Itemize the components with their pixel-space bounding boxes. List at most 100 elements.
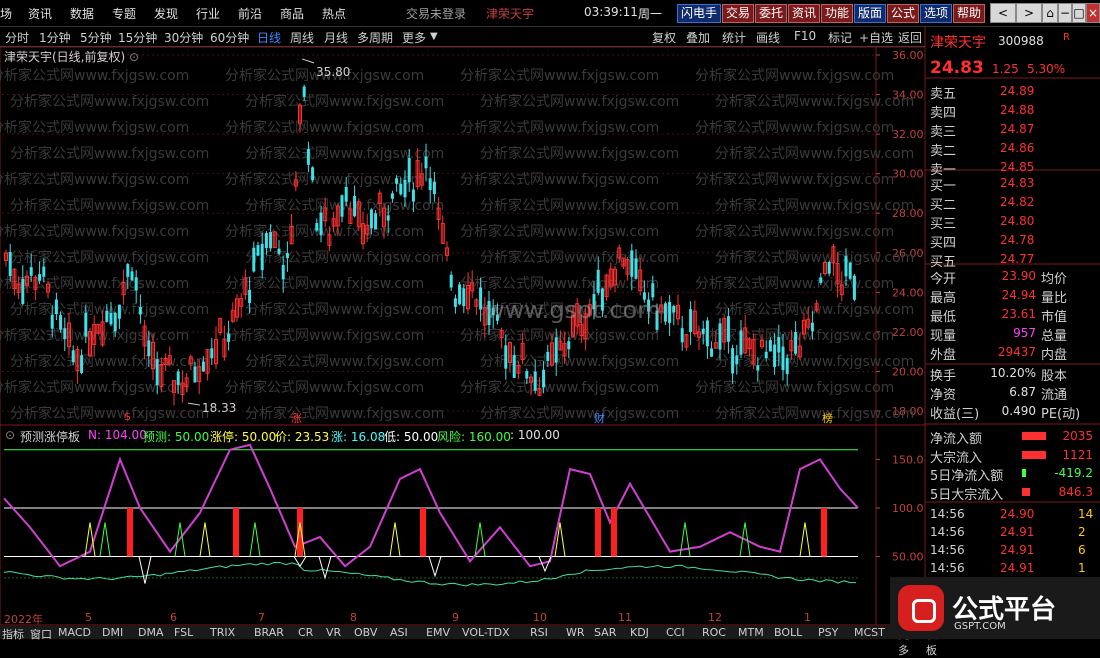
indicator-param: 预测: 50.00: [143, 430, 210, 444]
stat-label: 市值: [1041, 310, 1068, 325]
candle-body: [353, 196, 357, 217]
indicator-tab[interactable]: EMV: [426, 626, 450, 639]
watermark-gspt: www.gspt.com: [485, 296, 661, 324]
buy-level-price[interactable]: 24.78: [1000, 233, 1034, 247]
sell-level-price[interactable]: 24.85: [1000, 160, 1034, 174]
watermark-text: 分析家公式网www.fxjgsw.com: [715, 93, 914, 110]
candle-body: [311, 167, 315, 180]
tick-price: 24.91: [1000, 561, 1035, 575]
indicator-tab[interactable]: PSY: [818, 626, 838, 639]
indicator-tab[interactable]: MTM: [738, 626, 764, 639]
event-marker-finance[interactable]: 财: [594, 410, 605, 426]
sell-level-price[interactable]: 24.88: [1000, 103, 1034, 117]
logo-url: GSPT.COM: [954, 621, 1006, 632]
tick-time: 14:56: [930, 507, 965, 521]
stat-value: 10.20%: [990, 366, 1036, 380]
sell-level-price[interactable]: 24.89: [1000, 84, 1034, 98]
indicator-tab[interactable]: BOLL: [774, 626, 802, 639]
settings-circle-icon[interactable]: ⊙: [129, 50, 139, 64]
indicator-tab[interactable]: WR: [566, 626, 585, 639]
buy-level-price[interactable]: 24.83: [1000, 176, 1034, 190]
indicator-tab[interactable]: DMI: [102, 626, 123, 639]
indicator-tab[interactable]: ASI: [390, 626, 408, 639]
stock-code: 300988: [998, 34, 1044, 48]
indicator-tab[interactable]: 窗口: [30, 626, 52, 642]
candle-body: [63, 328, 67, 340]
y-axis-label: 22.00: [892, 326, 924, 339]
indicator-tab[interactable]: VR: [326, 626, 341, 639]
spike-mark: [199, 522, 211, 557]
stat-value: 24.94: [1001, 288, 1036, 302]
y-axis-label: 30.00: [892, 168, 924, 181]
indicator-tab[interactable]: ROC: [702, 626, 726, 639]
candle-body: [785, 358, 789, 375]
watermark-text: 分析家公式网www.fxjgsw.com: [225, 171, 424, 188]
watermark-text: 分析家公式网www.fxjgsw.com: [460, 379, 659, 396]
indicator-tab[interactable]: MACD: [58, 626, 91, 639]
x-axis-label: 2022年: [4, 613, 43, 626]
stat-label: 今开: [930, 272, 957, 287]
capital-flow-bar: [1022, 469, 1026, 477]
candle-body: [689, 309, 693, 332]
indicator-tab[interactable]: MCST: [854, 626, 885, 639]
stat-label: 净资: [930, 388, 957, 403]
sell-level-price[interactable]: 24.87: [1000, 122, 1034, 136]
buy-level-price[interactable]: 24.77: [1000, 252, 1034, 266]
indicator-tab[interactable]: FSL: [174, 626, 193, 639]
stat-label: 流通: [1041, 388, 1068, 403]
candle-body: [512, 355, 516, 378]
watermark-text: 分析家公式网www.fxjgsw.com: [695, 379, 894, 396]
indicator-settings-icon[interactable]: ⊙: [5, 428, 15, 442]
sell-level-price[interactable]: 24.86: [1000, 141, 1034, 155]
watermark-text: 分析家公式网www.fxjgsw.com: [225, 275, 424, 292]
candle-body: [138, 306, 142, 315]
candle-body: [42, 266, 46, 277]
signal-bar: [821, 507, 827, 557]
stat-label: PE(动): [1041, 407, 1081, 422]
indicator-tab[interactable]: DMA: [138, 626, 164, 639]
candle-body: [306, 149, 310, 165]
spike-mark: [389, 522, 401, 557]
candle-body: [777, 337, 781, 353]
candle-body: [701, 328, 705, 334]
indicator-tab[interactable]: CR: [298, 626, 313, 639]
indicator-tab[interactable]: KDJ: [630, 626, 649, 639]
stat-label: 总量: [1041, 329, 1068, 344]
indicator-tab[interactable]: CCI: [666, 626, 685, 639]
watermark-text: 分析家公式网www.fxjgsw.com: [695, 67, 894, 84]
high-price-label: 35.80: [316, 65, 351, 79]
indicator-tab[interactable]: SAR: [594, 626, 616, 639]
event-marker-dollar[interactable]: $: [124, 410, 131, 423]
watermark-text: 分析家公式网www.fxjgsw.com: [460, 67, 659, 84]
candle-body: [680, 328, 684, 343]
indicator-tab[interactable]: BRAR: [254, 626, 284, 639]
watermark-text: 分析家公式网www.fxjgsw.com: [245, 249, 444, 266]
watermark-text: 分析家公式网www.fxjgsw.com: [715, 353, 914, 370]
watermark-text: 分析家公式网www.fxjgsw.com: [695, 171, 894, 188]
candle-body: [176, 371, 180, 385]
candle-body: [407, 158, 411, 183]
high-pointer: [301, 58, 315, 64]
indicator-tab[interactable]: OBV: [354, 626, 377, 639]
stat-label: 现量: [930, 329, 957, 344]
indicator-tab[interactable]: 指标: [2, 626, 24, 642]
candle-body: [264, 233, 268, 249]
buy-level-price[interactable]: 24.82: [1000, 195, 1034, 209]
candle-body: [546, 351, 550, 361]
capital-flow-label: 5日大宗流入: [930, 487, 1004, 503]
event-marker-limit[interactable]: 涨: [291, 410, 302, 426]
candle-body: [126, 264, 130, 277]
tick-price: 24.91: [1000, 525, 1035, 539]
indicator-name[interactable]: 预测涨停板: [20, 428, 80, 445]
event-marker-list[interactable]: 榜: [822, 410, 833, 426]
indicator-tab[interactable]: RSI: [530, 626, 548, 639]
indicator-tab[interactable]: TRIX: [210, 626, 235, 639]
watermark-text: 分析家公式网www.fxjgsw.com: [460, 223, 659, 240]
indicator-tab[interactable]: VOL-TDX: [462, 626, 510, 639]
candle-body: [390, 193, 394, 199]
x-axis-label: 1: [804, 611, 811, 624]
watermark-text: 分析家公式网www.fxjgsw.com: [225, 327, 424, 344]
stat-value: 23.61: [1001, 307, 1036, 321]
candle-body: [281, 264, 285, 280]
buy-level-price[interactable]: 24.80: [1000, 214, 1034, 228]
